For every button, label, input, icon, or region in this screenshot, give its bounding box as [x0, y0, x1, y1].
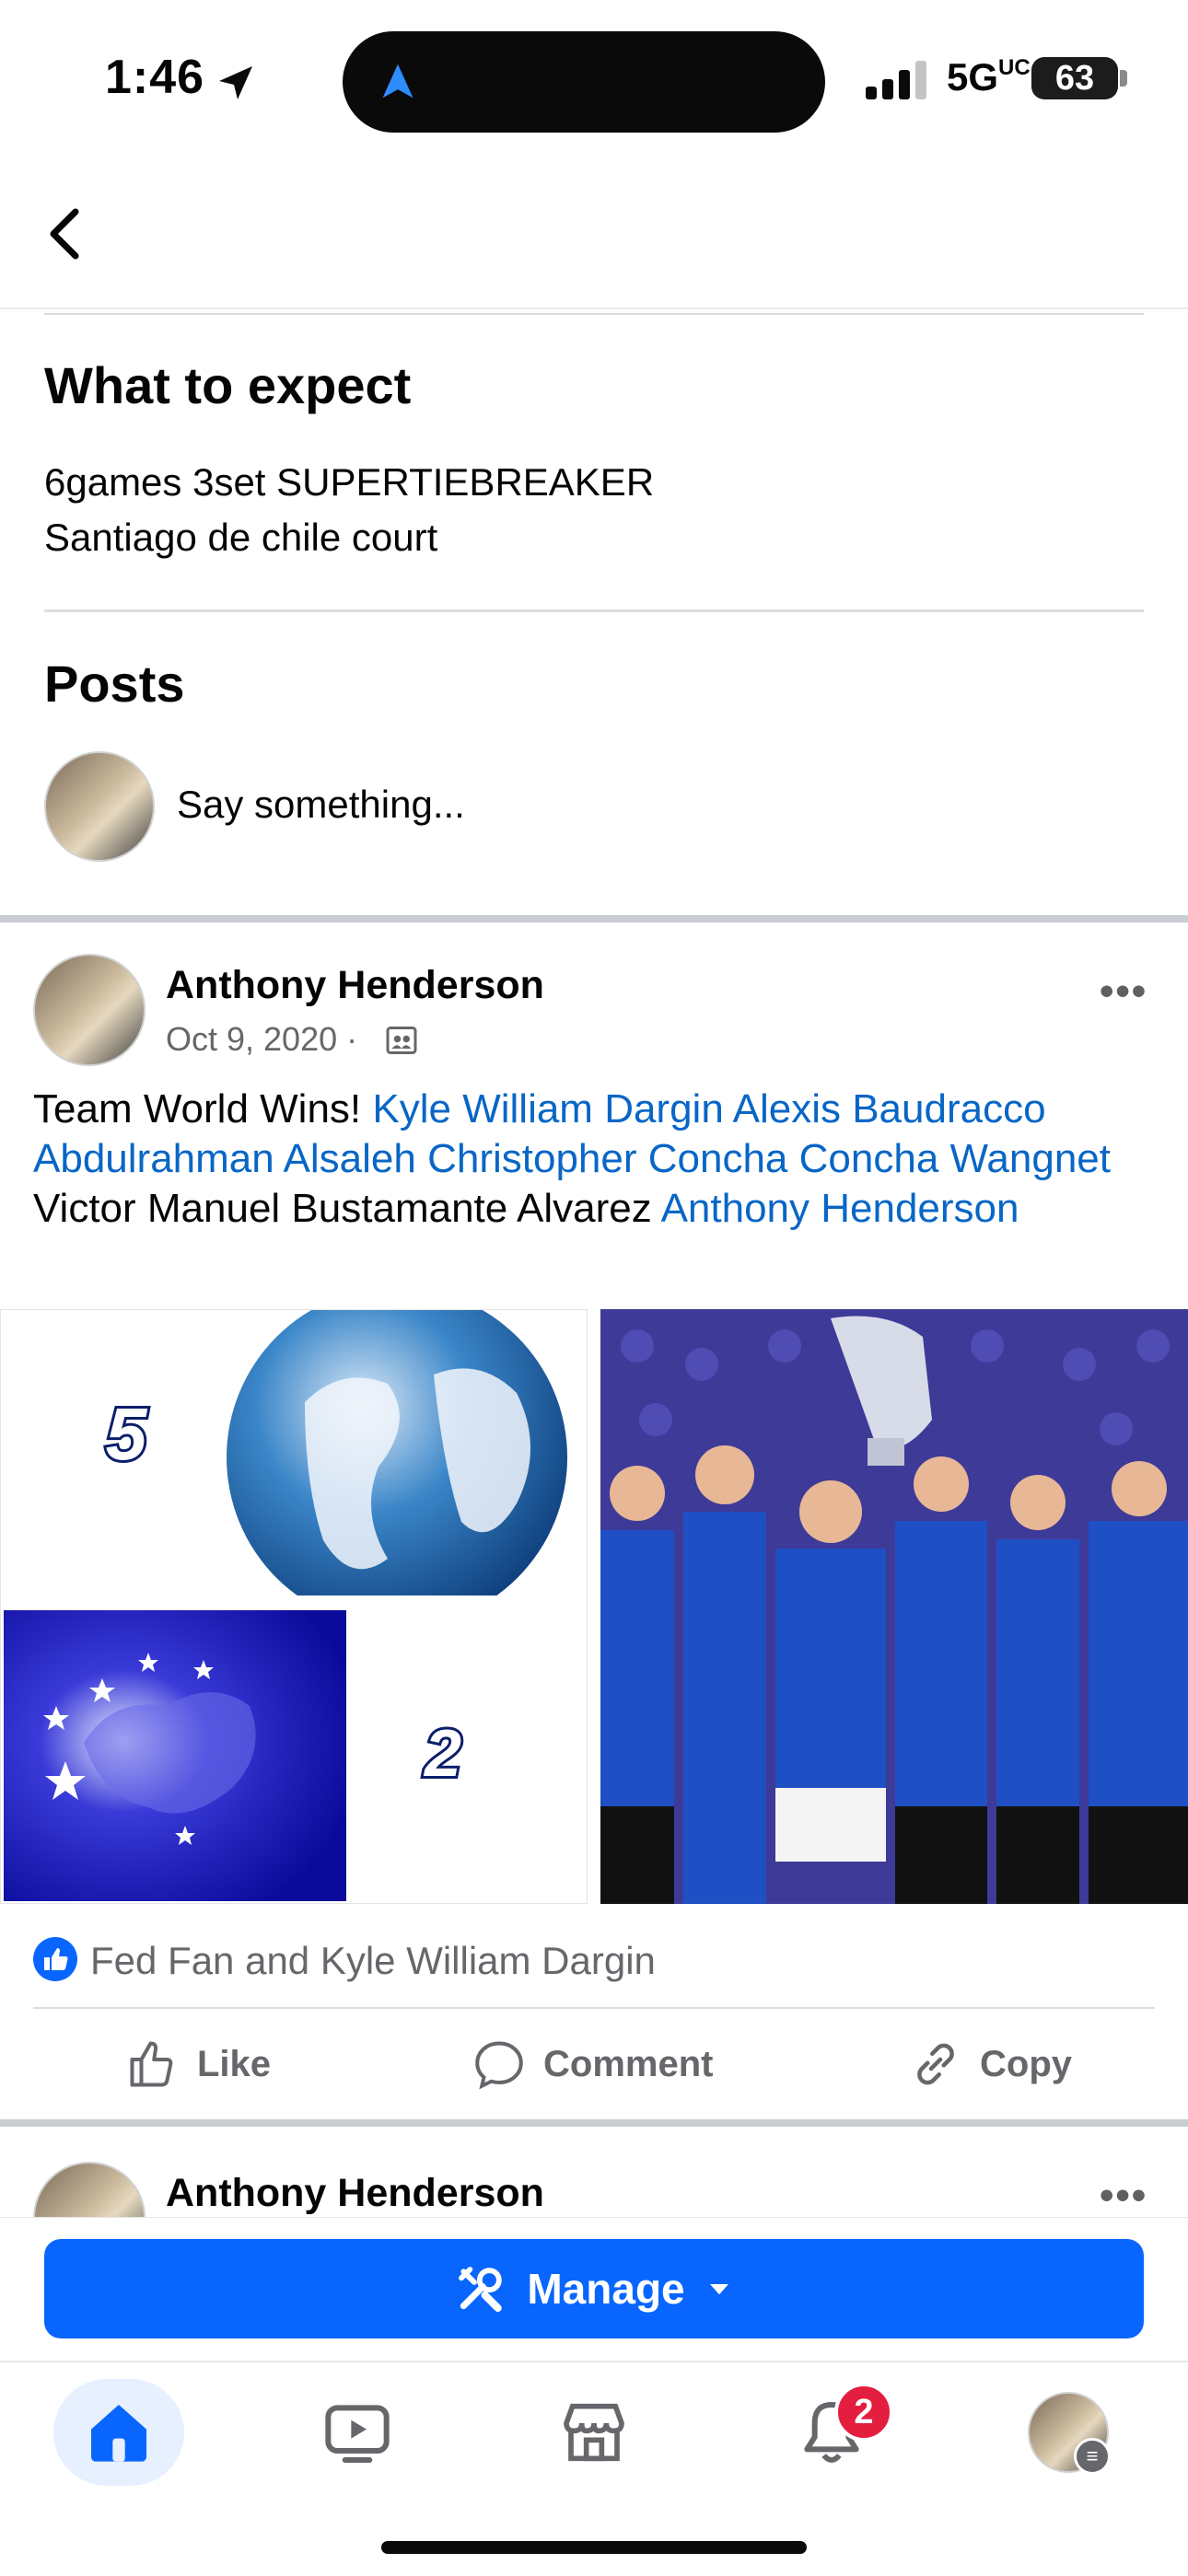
battery-icon: 63	[1031, 57, 1118, 99]
caret-down-icon	[709, 2284, 728, 2295]
manage-button[interactable]: Manage	[44, 2239, 1144, 2338]
header-divider	[0, 307, 1188, 309]
battery-nub	[1120, 70, 1127, 87]
status-time: 1:46	[105, 51, 205, 104]
tag-link[interactable]: Abdulrahman Alsaleh	[33, 1136, 416, 1181]
comment-label: Comment	[543, 2043, 714, 2084]
copy-label: Copy	[980, 2043, 1072, 2084]
score-graphic: 5 2	[1, 1310, 587, 1901]
copy-link-icon	[917, 2043, 954, 2085]
back-chevron-icon[interactable]	[42, 206, 88, 261]
audience-icon	[386, 1027, 417, 1054]
post-text-prefix: Team World Wins!	[33, 1086, 362, 1131]
tools-icon	[459, 2267, 503, 2313]
network-subtype: UC	[998, 55, 1031, 80]
location-arrow-icon	[219, 66, 252, 99]
expect-title: What to expect	[44, 356, 412, 414]
home-indicator	[381, 2541, 807, 2554]
tag-link[interactable]: Alexis Baudracco	[733, 1086, 1046, 1131]
header-divider-inner	[44, 313, 1144, 315]
more-icon[interactable]: •••	[1100, 2173, 1147, 2219]
post-author-name[interactable]: Anthony Henderson	[166, 2171, 544, 2216]
feed-divider	[0, 915, 1188, 922]
feed-divider	[0, 2119, 1188, 2127]
tag-link[interactable]: Concha Wangnet	[799, 1136, 1111, 1181]
comment-button[interactable]: Comment	[472, 2035, 713, 2094]
tag-link[interactable]: Kyle William Dargin	[372, 1086, 723, 1131]
network-type: 5GUC	[947, 55, 1031, 99]
like-icon	[130, 2041, 173, 2087]
post-author-avatar[interactable]	[33, 954, 146, 1066]
like-label: Like	[197, 2043, 272, 2084]
like-reaction-icon	[33, 1937, 77, 1981]
comment-icon	[475, 2041, 523, 2090]
video-icon[interactable]	[320, 2396, 394, 2469]
copy-link-button[interactable]: Copy	[908, 2035, 1072, 2094]
score-europe: 2	[423, 1717, 461, 1791]
section-divider	[44, 609, 1144, 612]
expect-line-1: 6games 3set SUPERTIEBREAKER	[44, 460, 655, 504]
expect-line-2: Santiago de chile court	[44, 516, 438, 559]
post-photo-score[interactable]: 5 2	[0, 1309, 588, 1904]
composer-input[interactable]: Say something...	[177, 783, 465, 827]
trophy-photo-illustration	[600, 1309, 1188, 1904]
post-photo-trophy[interactable]	[600, 1309, 1188, 1904]
tag-link[interactable]: Christopher Concha	[427, 1136, 787, 1181]
reactions-divider	[33, 2007, 1155, 2009]
home-icon[interactable]	[82, 2396, 156, 2469]
navigation-app-icon	[382, 64, 413, 99]
posts-title: Posts	[44, 655, 185, 713]
signal-icon	[866, 61, 926, 99]
notification-badge: 2	[834, 2383, 893, 2442]
post-author-name[interactable]: Anthony Henderson	[166, 963, 544, 1008]
composer-avatar	[44, 751, 155, 862]
score-world: 5	[106, 1393, 148, 1475]
more-icon[interactable]: •••	[1100, 969, 1147, 1015]
reaction-summary[interactable]: Fed Fan and Kyle William Dargin	[90, 1939, 656, 1983]
like-button[interactable]: Like	[125, 2035, 271, 2094]
post-text: Team World Wins! Kyle William Dargin Ale…	[33, 1085, 1157, 1234]
manage-label: Manage	[527, 2265, 685, 2313]
tag-link[interactable]: Anthony Henderson	[661, 1186, 1019, 1231]
post-plain-name: Victor Manuel Bustamante Alvarez	[33, 1186, 652, 1231]
post-date[interactable]: Oct 9, 2020 ·	[166, 1020, 357, 1059]
menu-icon[interactable]: ≡	[1074, 2438, 1111, 2475]
marketplace-icon[interactable]	[557, 2396, 631, 2469]
